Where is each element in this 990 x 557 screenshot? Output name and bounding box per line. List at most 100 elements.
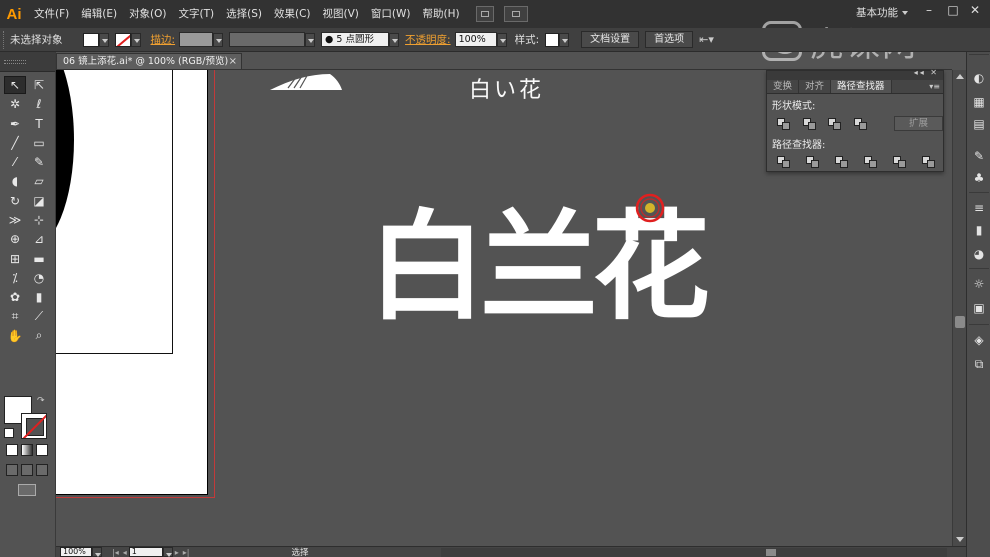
swatches-panel-icon[interactable]: ▤ [971, 116, 987, 132]
unite-icon[interactable] [775, 117, 791, 131]
blend-tool-icon[interactable]: ◔ [28, 269, 50, 287]
zoom-tool-icon[interactable]: ⌕ [28, 327, 50, 345]
panel-menu-icon[interactable]: ▾≡ [929, 82, 940, 91]
arrange-documents-button[interactable] [503, 6, 528, 22]
brush-dropdown[interactable] [389, 32, 400, 47]
crop-icon[interactable] [862, 155, 880, 169]
graphic-styles-icon[interactable]: ▣ [971, 300, 987, 316]
outline-icon[interactable] [891, 155, 909, 169]
restore-icon[interactable]: □ [942, 0, 964, 20]
frame-rectangle[interactable] [56, 70, 173, 354]
none-mode-icon[interactable] [36, 444, 48, 456]
opacity-field[interactable]: 100% [454, 32, 497, 47]
menu-effect[interactable]: 效果(C) [268, 0, 317, 28]
variable-width-dropdown[interactable] [305, 32, 316, 47]
eraser-tool-icon[interactable]: ▱ [28, 172, 50, 190]
menu-view[interactable]: 视图(V) [317, 0, 365, 28]
first-artboard-icon[interactable]: |◂ [112, 548, 119, 557]
screen-mode-icon[interactable] [18, 484, 36, 496]
vertical-scrollbar[interactable] [952, 70, 966, 546]
graphic-style-swatch[interactable] [545, 32, 560, 47]
artboard-number-field[interactable]: 1 [128, 547, 163, 557]
pen-tool-icon[interactable]: ✒ [4, 115, 26, 133]
blob-brush-tool-icon[interactable]: ◖ [4, 172, 26, 190]
hand-tool-icon[interactable]: ✋ [4, 327, 26, 345]
scroll-up-icon[interactable] [956, 74, 964, 79]
eyedropper-tool-icon[interactable]: ⁒ [4, 269, 26, 287]
last-artboard-icon[interactable]: ▸| [183, 548, 190, 557]
draw-normal-icon[interactable] [6, 464, 18, 476]
collapse-icon[interactable]: ◂◂ ✕ [914, 68, 939, 77]
menu-help[interactable]: 帮助(H) [417, 0, 466, 28]
type-tool-icon[interactable]: T [28, 115, 50, 133]
stroke-panel-icon[interactable]: ≡ [971, 200, 987, 216]
symbols-panel-icon[interactable]: ♣ [971, 170, 987, 186]
free-transform-tool-icon[interactable]: ⊹ [28, 211, 50, 229]
brush-definition-field[interactable]: ● 5 点圆形 [321, 32, 390, 47]
zoom-field[interactable]: 100% [60, 547, 92, 557]
brushes-panel-icon[interactable]: ✎ [971, 148, 987, 164]
graphic-style-dropdown[interactable] [559, 32, 570, 47]
artboards-panel-icon[interactable]: ⧉ [971, 356, 987, 372]
opacity-label[interactable]: 不透明度: [405, 32, 451, 47]
stroke-color-box[interactable] [21, 413, 47, 439]
japanese-heading-text[interactable]: 白い花 [469, 72, 544, 104]
stroke-label[interactable]: 描边: [151, 32, 176, 47]
column-graph-tool-icon[interactable]: ▮ [28, 288, 50, 306]
swap-colors-icon[interactable]: ↷ [37, 396, 45, 406]
menu-file[interactable]: 文件(F) [28, 0, 75, 28]
draw-behind-icon[interactable] [21, 464, 33, 476]
gradient-panel-icon[interactable]: ▮ [971, 222, 987, 238]
default-colors-icon[interactable] [4, 428, 14, 438]
scale-tool-icon[interactable]: ◪ [28, 192, 50, 210]
intersect-icon[interactable] [826, 117, 842, 131]
menu-window[interactable]: 窗口(W) [365, 0, 417, 28]
slice-tool-icon[interactable]: ⟋ [28, 308, 50, 326]
bird-illustration[interactable] [270, 70, 350, 92]
draw-inside-icon[interactable] [36, 464, 48, 476]
rectangle-tool-icon[interactable]: ▭ [28, 134, 50, 152]
color-mode-icon[interactable] [6, 444, 18, 456]
panel-titlebar[interactable]: ◂◂ ✕ [767, 68, 943, 80]
artboard-dropdown[interactable] [162, 547, 173, 557]
tab-transform[interactable]: 变换 [767, 80, 800, 93]
close-icon[interactable]: ✕ [964, 0, 986, 20]
artboard[interactable] [56, 70, 208, 495]
mesh-tool-icon[interactable]: ⊞ [4, 250, 26, 268]
opacity-dropdown[interactable] [496, 32, 507, 47]
horizontal-scroll-thumb[interactable] [766, 549, 776, 556]
color-guide-icon[interactable]: ▦ [971, 94, 987, 110]
lasso-tool-icon[interactable]: ℓ [28, 95, 50, 113]
preferences-button[interactable]: 首选项 [645, 31, 694, 48]
previous-artboard-icon[interactable]: ◂ [123, 548, 127, 557]
expand-button[interactable]: 扩展 [893, 116, 944, 131]
divide-icon[interactable] [775, 155, 793, 169]
menu-edit[interactable]: 编辑(E) [75, 0, 123, 28]
fill-dropdown[interactable] [98, 32, 109, 47]
artboard-tool-icon[interactable]: ⌗ [4, 308, 26, 326]
stroke-weight-dropdown[interactable] [213, 32, 224, 47]
appearance-panel-icon[interactable]: ☼ [971, 276, 987, 292]
selection-tool-icon[interactable]: ↖ [4, 76, 26, 94]
tab-pathfinder[interactable]: 路径查找器 [831, 80, 892, 93]
chevron-down-icon[interactable] [902, 11, 908, 15]
perspective-grid-tool-icon[interactable]: ⊿ [28, 230, 50, 248]
vertical-scroll-thumb[interactable] [955, 316, 965, 328]
gradient-mode-icon[interactable] [21, 444, 33, 456]
trim-icon[interactable] [804, 155, 822, 169]
zoom-dropdown[interactable] [92, 547, 102, 557]
fill-swatch[interactable] [82, 32, 99, 47]
direct-selection-tool-icon[interactable]: ⇱ [28, 76, 50, 94]
pencil-tool-icon[interactable]: ✎ [28, 153, 50, 171]
minimize-icon[interactable]: – [918, 0, 940, 20]
menu-select[interactable]: 选择(S) [220, 0, 268, 28]
transparency-panel-icon[interactable]: ◕ [971, 246, 987, 262]
merge-icon[interactable] [833, 155, 851, 169]
current-tool-status[interactable]: 选择 [291, 546, 308, 557]
align-options-icon[interactable]: ⇤▾ [699, 33, 714, 46]
close-icon[interactable]: × [229, 54, 237, 70]
width-tool-icon[interactable]: ≫ [4, 211, 26, 229]
scroll-down-icon[interactable] [956, 537, 964, 542]
menu-type[interactable]: 文字(T) [173, 0, 221, 28]
next-artboard-icon[interactable]: ▸ [175, 548, 179, 557]
